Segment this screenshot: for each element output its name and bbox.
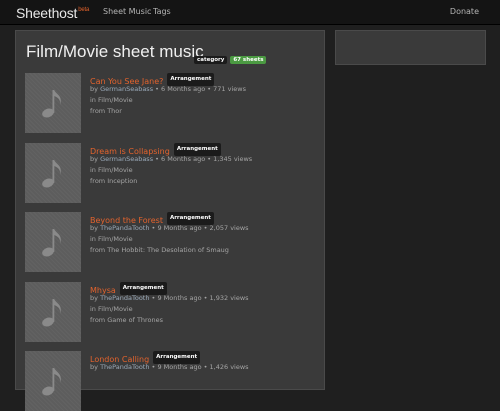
category-badge: category	[194, 55, 228, 64]
list-item: London Calling Arrangement by ThePandaToo…	[25, 351, 315, 411]
item-source: from The Hobbit: The Desolation of Smaug	[90, 246, 229, 254]
item-details: • 6 Months ago • 771 views	[153, 85, 246, 93]
list-item: Dream is Collapsing Arrangement by German…	[25, 143, 315, 203]
by-label: by	[90, 224, 98, 232]
item-category: in Film/Movie	[90, 96, 133, 104]
list-item: Beyond the Forest Arrangement by ThePanda…	[25, 212, 315, 272]
item-category: in Film/Movie	[90, 235, 133, 243]
item-category: in Film/Movie	[90, 305, 133, 313]
item-source: from Game of Thrones	[90, 316, 164, 324]
sheet-thumbnail[interactable]	[25, 73, 81, 133]
site-logo[interactable]: Sheethostbeta	[16, 5, 89, 21]
by-label: by	[90, 85, 98, 93]
sheet-thumbnail[interactable]	[25, 143, 81, 203]
nav-sheet-music[interactable]: Sheet Music	[103, 7, 151, 16]
author-link[interactable]: ThePandaTooth	[100, 294, 149, 302]
main-content-panel: Film/Movie sheet music category 67 sheets…	[15, 30, 325, 411]
nav-tags[interactable]: Tags	[153, 7, 171, 16]
music-note-icon	[42, 299, 61, 327]
logo-text[interactable]: Sheethost	[16, 5, 77, 21]
page-title: Film/Movie sheet music	[26, 42, 204, 61]
item-source: from Inception	[90, 177, 138, 185]
sheet-thumbnail[interactable]	[25, 282, 81, 342]
by-label: by	[90, 155, 98, 163]
author-link[interactable]: ThePandaTooth	[100, 224, 149, 232]
author-link[interactable]: ThePandaTooth	[100, 363, 149, 371]
beta-label: beta	[78, 7, 90, 13]
item-details: • 9 Months ago • 1,426 views	[149, 363, 249, 371]
item-details: • 6 Months ago • 1,345 views	[153, 155, 253, 163]
item-details: • 9 Months ago • 1,932 views	[149, 294, 249, 302]
music-note-icon	[42, 160, 61, 188]
author-link[interactable]: GermanSeabass	[100, 155, 153, 163]
music-note-icon	[42, 90, 61, 118]
sidebar-panel	[335, 30, 486, 65]
item-details: • 9 Months ago • 2,057 views	[149, 224, 249, 232]
sheet-count-badge: 67 sheets	[230, 55, 267, 64]
author-link[interactable]: GermanSeabass	[100, 85, 153, 93]
sheet-thumbnail[interactable]	[25, 212, 81, 272]
list-item: Can You See Jane? Arrangement by GermanSe…	[25, 73, 315, 133]
list-item: Mhysa Arrangement by ThePandaTooth • 9 Mo…	[25, 282, 315, 342]
sheet-thumbnail[interactable]	[25, 351, 81, 411]
music-note-icon	[42, 229, 61, 257]
item-category: in Film/Movie	[90, 166, 133, 174]
by-label: by	[90, 363, 98, 371]
top-navbar: Sheethostbeta Sheet Music Tags Donate	[0, 0, 500, 25]
nav-donate[interactable]: Donate	[450, 7, 479, 16]
music-note-icon	[42, 368, 61, 396]
by-label: by	[90, 294, 98, 302]
item-source: from Thor	[90, 107, 122, 115]
